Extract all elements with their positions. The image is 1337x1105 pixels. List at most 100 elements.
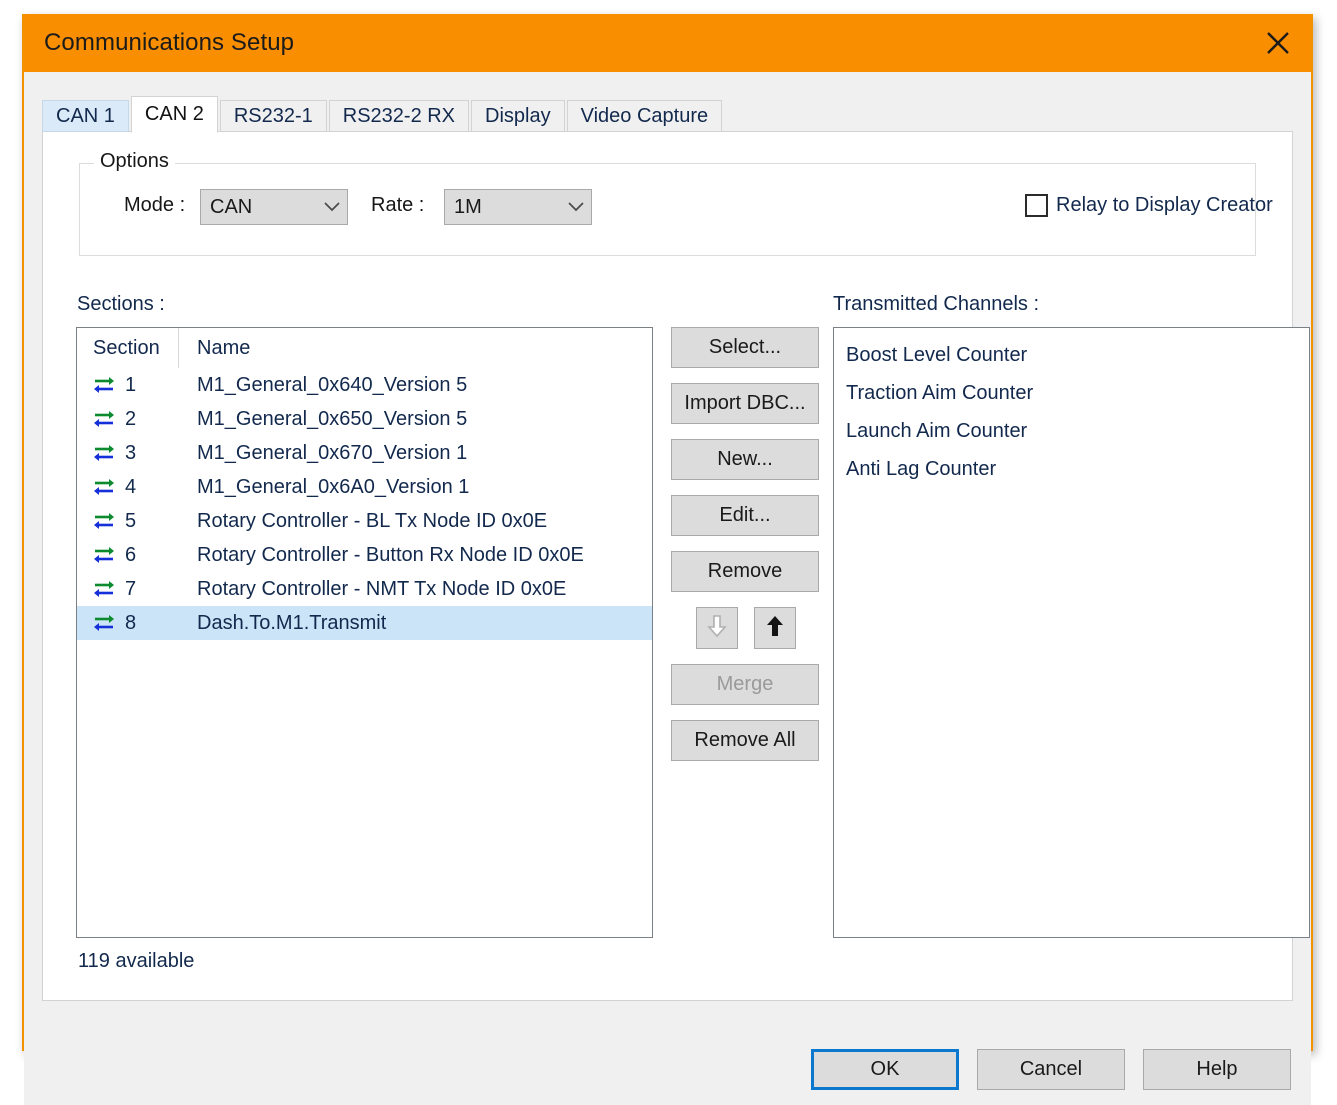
footer-button-row: OK Cancel Help [811,1049,1291,1090]
tab-label: CAN 1 [56,104,115,127]
remove-all-button[interactable]: Remove All [671,720,819,761]
select-button[interactable]: Select... [671,327,819,368]
relay-to-display-creator-label: Relay to Display Creator [1056,194,1273,216]
tab-label: CAN 2 [144,103,204,125]
tab-display[interactable]: Display [471,100,565,132]
channel-list-item[interactable]: Launch Aim Counter [834,412,1309,450]
arrow-down-icon [706,614,728,643]
section-row[interactable]: 4 M1_General_0x6A0_Version 1 [77,470,652,504]
move-down-button[interactable] [696,607,738,649]
section-number-cell: 3 [77,442,179,465]
close-icon [1264,29,1292,57]
tab-page-can-2: Options Mode : CAN Rate : 1M Relay to Di… [42,131,1310,1001]
remove-button[interactable]: Remove [671,551,819,592]
section-row[interactable]: 2 M1_General_0x650_Version 5 [77,402,652,436]
relay-to-display-creator-row[interactable]: Relay to Display Creator [1025,194,1273,217]
section-name: M1_General_0x670_Version 1 [197,441,468,464]
options-legend: Options [94,150,175,173]
section-number: 8 [125,611,137,634]
exchange-arrows-icon [93,544,115,566]
ok-button[interactable]: OK [811,1049,959,1090]
section-number-cell: 7 [77,578,179,601]
rate-select[interactable]: 1M [444,189,592,225]
tab-label: Display [485,104,551,127]
channel-list-item[interactable]: Traction Aim Counter [834,374,1309,412]
available-count-label: 119 available [78,950,195,972]
column-header-name: Name [197,336,251,359]
section-row[interactable]: 1 M1_General_0x640_Version 5 [77,368,652,402]
section-number-cell: 2 [77,408,179,431]
chevron-down-icon [561,202,591,212]
section-number: 5 [125,509,137,532]
section-number-cell: 1 [77,374,179,397]
arrow-up-icon [764,614,786,643]
new-button[interactable]: New... [671,439,819,480]
section-name: M1_General_0x6A0_Version 1 [197,475,470,498]
section-name: M1_General_0x640_Version 5 [197,373,468,396]
section-number: 2 [125,407,137,430]
sections-rows: 1 M1_General_0x640_Version 5 2 M1_General_0… [77,368,652,640]
section-name: Rotary Controller - NMT Tx Node ID 0x0E [197,577,567,600]
channel-list-item[interactable]: Boost Level Counter [834,336,1309,374]
column-header-section: Section [77,328,179,368]
section-number: 7 [125,577,137,600]
section-row[interactable]: 3 M1_General_0x670_Version 1 [77,436,652,470]
exchange-arrows-icon [93,510,115,532]
sections-list-header: Section Name [77,328,652,368]
section-number-cell: 5 [77,510,179,533]
tab-rs232-2-rx[interactable]: RS232-2 RX [328,100,470,132]
tab-label: RS232-1 [233,104,313,127]
tab-can-2[interactable]: CAN 2 [130,96,218,133]
chevron-down-icon [317,202,347,212]
relay-to-display-creator-checkbox[interactable] [1025,194,1048,217]
exchange-arrows-icon [93,442,115,464]
tab-label: Video Capture [580,104,709,127]
tab-video-capture[interactable]: Video Capture [566,100,723,132]
exchange-arrows-icon [93,578,115,600]
move-up-button[interactable] [754,607,796,649]
section-row[interactable]: 8 Dash.To.M1.Transmit [77,606,652,640]
merge-button[interactable]: Merge [671,664,819,705]
dialog-footer: OK Cancel Help [24,1002,1311,1105]
tab-label: RS232-2 RX [342,104,456,127]
action-button-column: Select... Import DBC... New... Edit... R… [671,327,821,776]
channel-list-item[interactable]: Anti Lag Counter [834,450,1309,488]
move-buttons-row [671,607,821,649]
section-row[interactable]: 5 Rotary Controller - BL Tx Node ID 0x0E [77,504,652,538]
title-bar: Communications Setup [24,14,1311,72]
exchange-arrows-icon [93,408,115,430]
help-button[interactable]: Help [1143,1049,1291,1090]
section-number: 4 [125,475,137,498]
section-number: 3 [125,441,137,464]
section-name: M1_General_0x650_Version 5 [197,407,468,430]
section-name: Rotary Controller - Button Rx Node ID 0x… [197,543,584,566]
section-number-cell: 8 [77,612,179,635]
cancel-button[interactable]: Cancel [977,1049,1125,1090]
rate-select-value: 1M [454,195,482,218]
rate-label: Rate : [371,194,425,216]
section-row[interactable]: 6 Rotary Controller - Button Rx Node ID 0… [77,538,652,572]
sections-list[interactable]: Section Name 1 M1_General_0x640_Version 5… [76,327,653,938]
mode-label: Mode : [124,194,186,216]
exchange-arrows-icon [93,476,115,498]
communications-setup-dialog: Communications Setup CAN 1 CAN 2 RS232-1… [22,14,1313,1105]
tab-can-1[interactable]: CAN 1 [42,100,129,132]
options-group-box: Options Mode : CAN Rate : 1M Relay to Di… [79,150,1273,256]
sections-caption: Sections : [77,293,165,315]
tab-rs232-1[interactable]: RS232-1 [219,100,327,132]
import-dbc-button[interactable]: Import DBC... [671,383,819,424]
tab-strip: CAN 1 CAN 2 RS232-1 RS232-2 RX Display V… [42,96,1293,133]
exchange-arrows-icon [93,612,115,634]
exchange-arrows-icon [93,374,115,396]
section-name: Rotary Controller - BL Tx Node ID 0x0E [197,509,548,532]
close-button[interactable] [1245,14,1311,72]
transmitted-channels-list[interactable]: Boost Level Counter Traction Aim Counter L… [833,327,1310,938]
section-number: 6 [125,543,137,566]
section-row[interactable]: 7 Rotary Controller - NMT Tx Node ID 0x0E [77,572,652,606]
section-number: 1 [125,373,137,396]
transmitted-channels-caption: Transmitted Channels : [833,293,1040,315]
edit-button[interactable]: Edit... [671,495,819,536]
mode-select[interactable]: CAN [200,189,348,225]
section-number-cell: 6 [77,544,179,567]
mode-select-value: CAN [210,195,253,218]
